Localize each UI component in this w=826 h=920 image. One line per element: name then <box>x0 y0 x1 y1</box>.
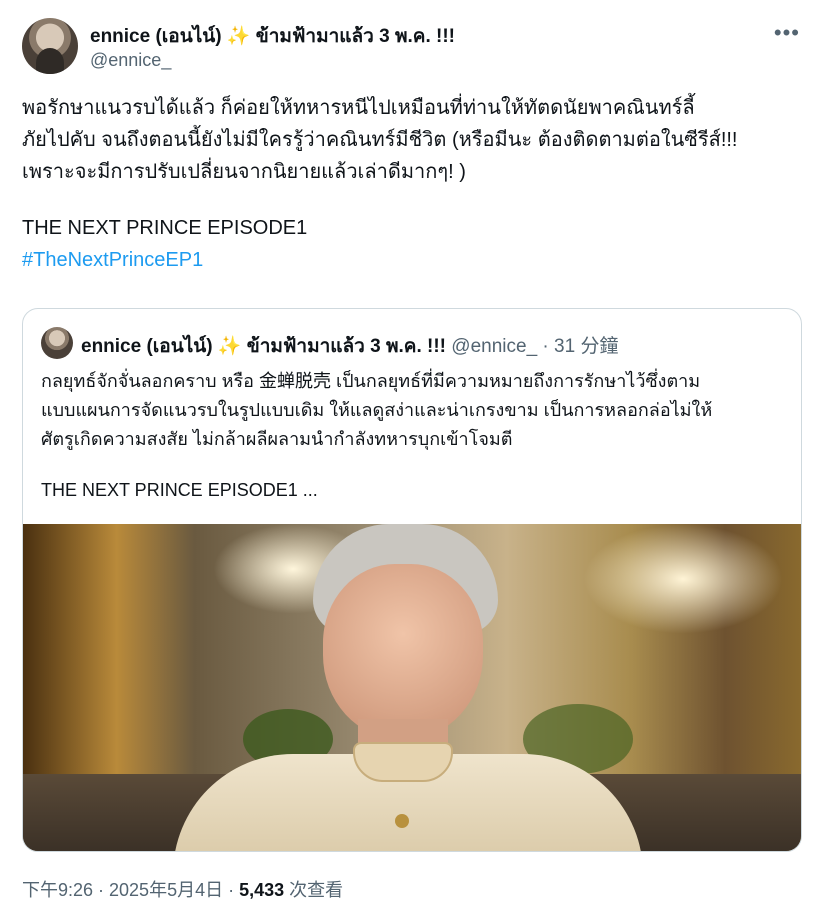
author-name[interactable]: ennice (เอนไน์) ✨ ข้ามฟ้ามาแล้ว 3 พ.ค. !… <box>90 21 455 51</box>
more-horizontal-icon[interactable]: ••• <box>774 20 800 46</box>
author-handle[interactable]: @ennice_ <box>90 50 171 71</box>
quoted-episode-line: THE NEXT PRINCE EPISODE1 ... <box>41 480 318 500</box>
tweet-body: พอรักษาแนวรบได้แล้ว ก็ค่อยให้ทหารหนีไปเห… <box>22 92 812 276</box>
quoted-body: กลยุทธ์จักจั่นลอกคราบ หรือ 金蝉脱壳 เป็นกลยุ… <box>41 367 791 505</box>
tweet-line: พอรักษาแนวรบได้แล้ว ก็ค่อยให้ทหารหนีไปเห… <box>22 97 695 119</box>
quoted-author-name: ennice (เอนไน์) ✨ ข้ามฟ้ามาแล้ว 3 พ.ค. !… <box>81 336 447 357</box>
timestamp[interactable]: 下午9:26 · 2025年5月4日 · <box>22 880 239 900</box>
tweet-header: ennice (เอนไน์) ✨ ข้ามฟ้ามาแล้ว 3 พ.ค. !… <box>22 18 812 78</box>
tweet-episode-line: THE NEXT PRINCE EPISODE1 <box>22 217 308 239</box>
quoted-author-avatar <box>41 327 73 359</box>
quoted-tweet-card[interactable]: ennice (เอนไน์) ✨ ข้ามฟ้ามาแล้ว 3 พ.ค. !… <box>22 308 802 852</box>
tweet-meta: 下午9:26 · 2025年5月4日 · 5,433 次查看 <box>22 876 343 902</box>
quoted-line: กลยุทธ์จักจั่นลอกคราบ หรือ 金蝉脱壳 เป็นกลยุ… <box>41 371 701 391</box>
tweet-line: ภัยไปคับ จนถึงตอนนี้ยังไม่มีใครรู้ว่าคณิ… <box>22 129 738 151</box>
views-count: 5,433 <box>239 880 285 900</box>
quoted-author-handle: @ennice_ <box>451 336 538 357</box>
quoted-line: ศัตรูเกิดความสงสัย ไม่กล้าผลีผลามนำกำลัง… <box>41 429 513 449</box>
views-label: 次查看 <box>284 880 344 900</box>
author-avatar[interactable] <box>22 18 78 74</box>
quoted-time: 31 分鐘 <box>554 336 619 357</box>
hashtag-link[interactable]: #TheNextPrinceEP1 <box>22 244 812 276</box>
quoted-line: แบบแผนการจัดแนวรบในรูปแบบเดิม ให้แลดูสง่… <box>41 400 713 420</box>
separator-dot: · <box>542 336 549 357</box>
quoted-media-image[interactable] <box>23 524 801 851</box>
tweet-line: เพราะจะมีการปรับเปลี่ยนจากนิยายแล้วเล่าด… <box>22 161 466 183</box>
